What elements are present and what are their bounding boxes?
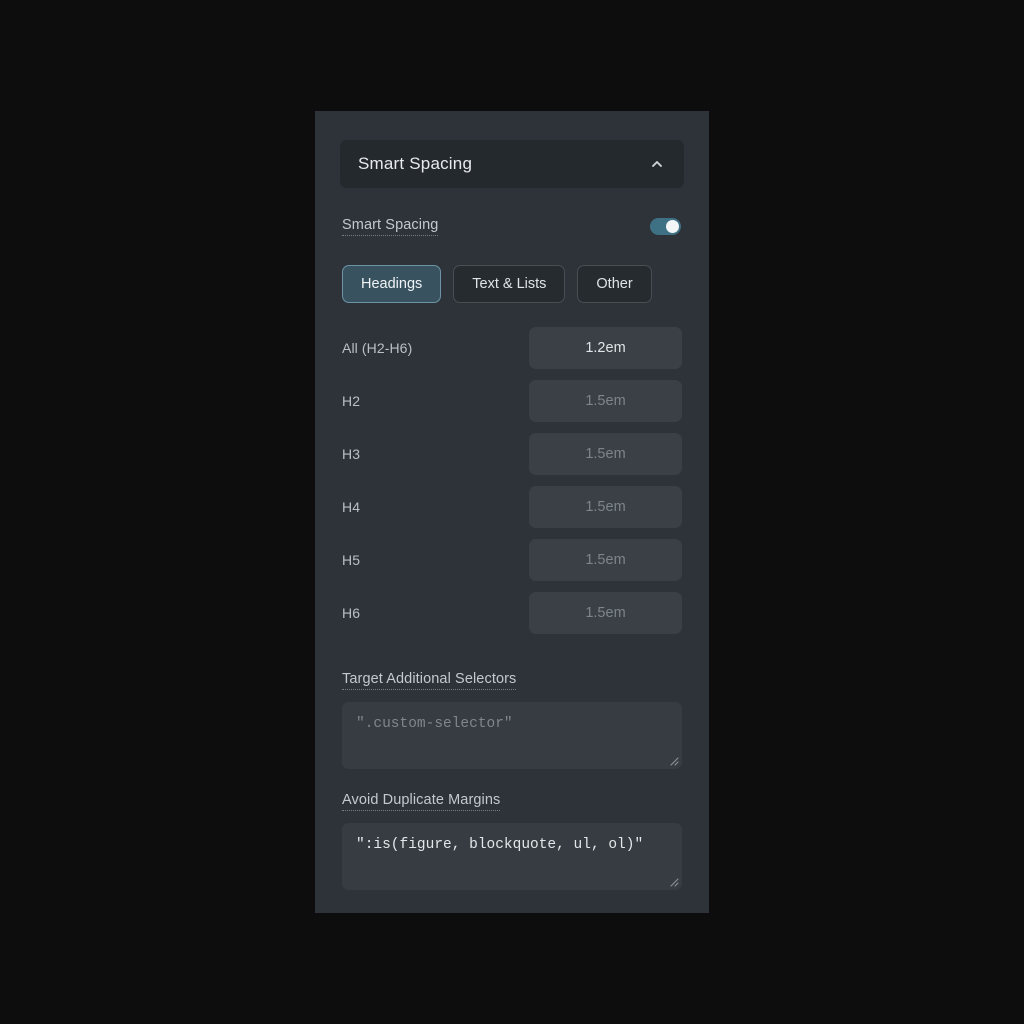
row-all-h2-h6-input[interactable]: 1.2em — [529, 327, 682, 369]
row-h5-input[interactable]: 1.5em — [529, 539, 682, 581]
chevron-up-icon[interactable] — [650, 157, 664, 171]
row-h5-placeholder: 1.5em — [585, 552, 626, 568]
smart-spacing-toggle[interactable] — [650, 217, 681, 235]
target-selectors-block: Target Additional Selectors ".custom-sel… — [340, 670, 684, 769]
avoid-duplicate-margins-value: ":is(figure, blockquote, ul, ol)" — [356, 837, 644, 853]
row-h3-input[interactable]: 1.5em — [529, 433, 682, 475]
row-h6-label: H6 — [342, 605, 361, 621]
category-tabs: Headings Text & Lists Other — [340, 265, 684, 303]
row-all-h2-h6-label: All (H2-H6) — [342, 340, 413, 356]
smart-spacing-toggle-row: Smart Spacing — [340, 213, 684, 239]
target-selectors-textarea[interactable]: ".custom-selector" — [342, 702, 682, 769]
tab-other[interactable]: Other — [577, 265, 652, 303]
row-h6-input[interactable]: 1.5em — [529, 592, 682, 634]
toggle-knob — [666, 219, 679, 233]
row-h4-input[interactable]: 1.5em — [529, 486, 682, 528]
section-header-title: Smart Spacing — [358, 154, 473, 173]
avoid-duplicate-margins-block: Avoid Duplicate Margins ":is(figure, blo… — [340, 791, 684, 890]
resize-grip-icon[interactable] — [667, 754, 679, 766]
smart-spacing-toggle-label: Smart Spacing — [342, 217, 439, 236]
row-h5-label: H5 — [342, 552, 361, 568]
row-h4-placeholder: 1.5em — [585, 499, 626, 515]
tab-headings-label: Headings — [361, 276, 423, 292]
row-h3: H3 1.5em — [342, 433, 682, 475]
row-h6: H6 1.5em — [342, 592, 682, 634]
avoid-duplicate-margins-label: Avoid Duplicate Margins — [342, 792, 501, 811]
row-h2-placeholder: 1.5em — [585, 393, 626, 409]
row-all-h2-h6-value: 1.2em — [585, 340, 626, 356]
tab-text-and-lists[interactable]: Text & Lists — [453, 265, 566, 303]
section-header-smart-spacing[interactable]: Smart Spacing — [340, 140, 684, 188]
row-h2-input[interactable]: 1.5em — [529, 380, 682, 422]
tab-headings[interactable]: Headings — [342, 265, 442, 303]
heading-spacing-rows: All (H2-H6) 1.2em H2 1.5em H3 1.5em H4 1… — [340, 327, 684, 634]
target-selectors-placeholder: ".custom-selector" — [356, 716, 513, 732]
screen: Smart Spacing Smart Spacing Headings Tex… — [0, 0, 1024, 1024]
row-h4: H4 1.5em — [342, 486, 682, 528]
row-h5: H5 1.5em — [342, 539, 682, 581]
avoid-duplicate-margins-textarea[interactable]: ":is(figure, blockquote, ul, ol)" — [342, 823, 682, 890]
target-selectors-label: Target Additional Selectors — [342, 671, 517, 690]
row-all-h2-h6: All (H2-H6) 1.2em — [342, 327, 682, 369]
row-h3-placeholder: 1.5em — [585, 446, 626, 462]
row-h4-label: H4 — [342, 499, 361, 515]
row-h2: H2 1.5em — [342, 380, 682, 422]
row-h2-label: H2 — [342, 393, 361, 409]
tab-text-and-lists-label: Text & Lists — [472, 276, 547, 292]
tab-other-label: Other — [596, 276, 633, 292]
resize-grip-icon[interactable] — [667, 875, 679, 887]
row-h3-label: H3 — [342, 446, 361, 462]
row-h6-placeholder: 1.5em — [585, 605, 626, 621]
smart-spacing-panel: Smart Spacing Smart Spacing Headings Tex… — [315, 111, 709, 913]
